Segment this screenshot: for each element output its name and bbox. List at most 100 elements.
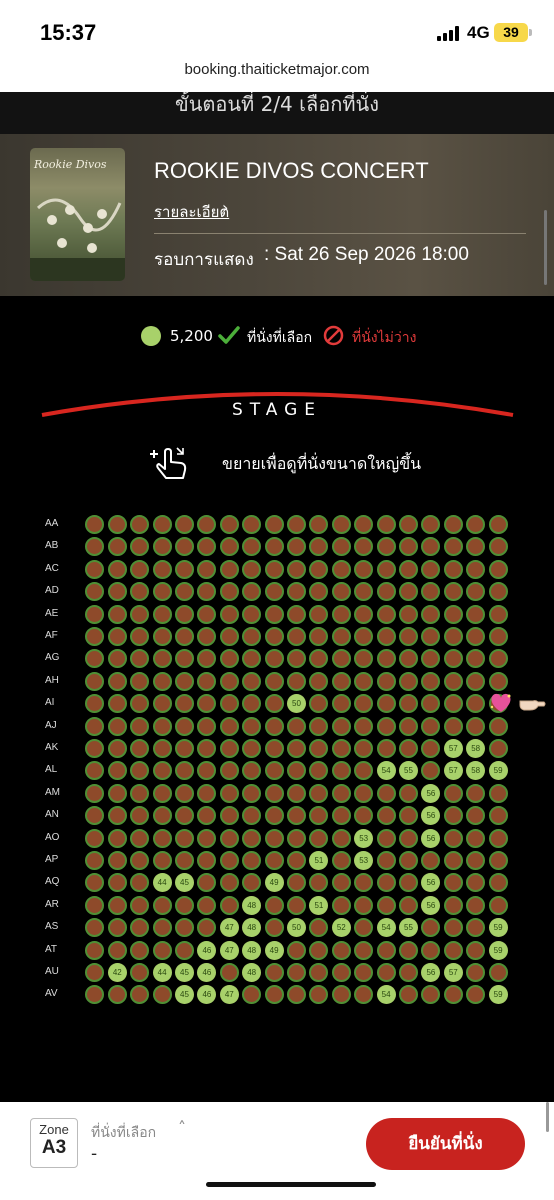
seat-taken[interactable] (264, 806, 284, 826)
seat-taken[interactable] (130, 940, 150, 960)
seat-taken[interactable] (130, 783, 150, 803)
seat-taken[interactable] (130, 559, 150, 579)
seat-taken[interactable] (175, 537, 194, 557)
seat-taken[interactable] (443, 985, 463, 1005)
seat-taken[interactable] (309, 761, 329, 781)
seat-taken[interactable] (309, 985, 329, 1005)
seat-taken[interactable] (309, 963, 329, 982)
seat-taken[interactable] (287, 828, 306, 848)
seat-taken[interactable] (331, 739, 351, 758)
seat-taken[interactable] (309, 515, 329, 534)
seat-taken[interactable] (219, 895, 239, 915)
seat-taken[interactable] (331, 671, 351, 691)
seat-taken[interactable] (488, 806, 508, 826)
seat-taken[interactable] (399, 873, 418, 893)
seat-taken[interactable] (85, 873, 105, 893)
seat-taken[interactable] (287, 783, 306, 803)
seat-taken[interactable] (309, 694, 329, 714)
seat-taken[interactable] (107, 783, 127, 803)
seat-taken[interactable] (399, 582, 418, 602)
seat-available[interactable]: 44 (152, 873, 172, 893)
seat-taken[interactable] (443, 694, 463, 714)
seat-available[interactable]: 56 (421, 828, 441, 848)
seat-taken[interactable] (443, 716, 463, 736)
seat-taken[interactable] (376, 515, 396, 534)
seat-taken[interactable] (421, 559, 441, 579)
seat-taken[interactable] (354, 918, 374, 938)
seat-taken[interactable] (399, 537, 418, 557)
seat-taken[interactable] (399, 895, 418, 915)
seat-taken[interactable] (85, 918, 105, 938)
seat-taken[interactable] (443, 851, 463, 870)
seat-taken[interactable] (219, 739, 239, 758)
selected-seats-label[interactable]: ที่นั่งที่เลือก (91, 1122, 156, 1144)
seat-taken[interactable] (331, 940, 351, 960)
seat-taken[interactable] (264, 739, 284, 758)
seat-taken[interactable] (287, 985, 306, 1005)
seat-available[interactable]: 48 (242, 940, 262, 960)
seat-taken[interactable] (421, 761, 441, 781)
seat-taken[interactable] (85, 582, 105, 602)
seat-available[interactable]: 54 (376, 918, 396, 938)
seat-available[interactable]: 53 (354, 851, 374, 870)
seat-taken[interactable] (354, 515, 374, 534)
seat-available[interactable]: 56 (421, 873, 441, 893)
seat-taken[interactable] (443, 649, 463, 669)
seat-taken[interactable] (399, 649, 418, 669)
seat-taken[interactable] (152, 761, 172, 781)
seat-taken[interactable] (264, 515, 284, 534)
seat-taken[interactable] (130, 963, 150, 982)
seat-taken[interactable] (219, 694, 239, 714)
seat-taken[interactable] (399, 627, 418, 646)
seat-taken[interactable] (354, 783, 374, 803)
seat-available[interactable]: 59 (488, 918, 508, 938)
seat-taken[interactable] (287, 940, 306, 960)
seat-available[interactable]: 55 (399, 918, 418, 938)
seat-taken[interactable] (488, 537, 508, 557)
seat-taken[interactable] (331, 716, 351, 736)
seat-taken[interactable] (219, 806, 239, 826)
seat-taken[interactable] (354, 559, 374, 579)
seat-taken[interactable] (331, 963, 351, 982)
seat-taken[interactable] (85, 828, 105, 848)
seat-taken[interactable] (130, 694, 150, 714)
seat-taken[interactable] (219, 761, 239, 781)
seat-available[interactable]: 46 (197, 963, 217, 982)
seat-taken[interactable] (309, 716, 329, 736)
seat-available[interactable]: 56 (421, 806, 441, 826)
seat-taken[interactable] (443, 828, 463, 848)
seat-taken[interactable] (331, 627, 351, 646)
seat-taken[interactable] (488, 851, 508, 870)
seat-taken[interactable] (219, 627, 239, 646)
seat-taken[interactable] (107, 806, 127, 826)
seat-taken[interactable] (399, 604, 418, 624)
seat-available[interactable]: 51 (309, 851, 329, 870)
seat-taken[interactable] (354, 985, 374, 1005)
seat-taken[interactable] (354, 627, 374, 646)
seat-taken[interactable] (152, 515, 172, 534)
seat-taken[interactable] (152, 649, 172, 669)
seat-taken[interactable] (466, 783, 486, 803)
seat-taken[interactable] (376, 828, 396, 848)
seat-taken[interactable] (264, 582, 284, 602)
seat-taken[interactable] (219, 783, 239, 803)
seat-available[interactable]: 48 (242, 918, 262, 938)
seat-taken[interactable] (197, 873, 217, 893)
seat-taken[interactable] (399, 694, 418, 714)
seat-taken[interactable] (443, 940, 463, 960)
seat-taken[interactable] (354, 671, 374, 691)
seat-taken[interactable] (399, 851, 418, 870)
seat-taken[interactable] (421, 851, 441, 870)
seat-taken[interactable] (488, 783, 508, 803)
seat-taken[interactable] (443, 582, 463, 602)
seat-taken[interactable] (443, 627, 463, 646)
seat-taken[interactable] (399, 716, 418, 736)
seat-taken[interactable] (354, 649, 374, 669)
seat-taken[interactable] (219, 649, 239, 669)
seat-taken[interactable] (175, 694, 194, 714)
seat-taken[interactable] (399, 515, 418, 534)
seat-taken[interactable] (331, 873, 351, 893)
seat-taken[interactable] (421, 716, 441, 736)
seat-available[interactable]: 55 (399, 761, 418, 781)
seat-taken[interactable] (376, 806, 396, 826)
